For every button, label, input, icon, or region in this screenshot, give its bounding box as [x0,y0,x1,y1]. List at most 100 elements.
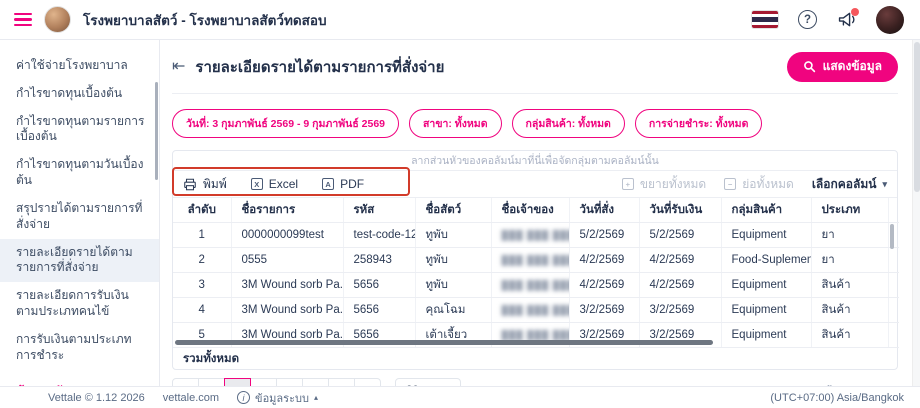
choose-columns-button[interactable]: เลือกคอลัมน์ ▾ [812,175,887,194]
column-header-code[interactable]: รหัส [343,198,416,223]
filter-chip-product-group[interactable]: กลุ่มสินค้า: ทั้งหมด [511,109,625,138]
system-info-label: ข้อมูลระบบ [255,392,309,405]
help-icon[interactable]: ? [798,10,817,29]
hamburger-menu-icon[interactable] [14,12,32,27]
cell-order-no: 4 [173,297,232,323]
pagination-page-2[interactable]: 2 [250,378,277,386]
results-table: ลำดับ ชื่อรายการ รหัส ชื่อสัตว์ ชื่อเจ้า… [173,198,899,348]
cell-order-no: 2 [173,247,232,273]
pagination-bar: « ‹ 1 2 3 4 › » 20 ▾ 1 จาก 4 หน้า (76 รา… [172,378,898,386]
grid-toolbar: พิมพ์ X Excel A PDF + ขยายทั้งหมด − ย่อท… [172,167,897,198]
cell-code: test-code-123 [343,222,416,248]
sidebar-section-inventory: ข้อมูลคลัง [0,370,159,386]
timezone-text: (UTC+07:00) Asia/Bangkok [770,391,904,404]
website-link[interactable]: vettale.com [163,392,219,404]
page-size-select[interactable]: 20 ▾ [395,378,461,386]
cell-item-name: 3M Wound sorb Pa... [231,272,344,298]
group-by-hint[interactable]: ลากส่วนหัวของคอลัมน์มาที่นี่เพื่อจัดกลุ่… [173,151,897,171]
cell-animal-name: ทูพับ [415,272,492,298]
column-header-type[interactable]: ประเภท [811,198,889,223]
pagination-prev-button[interactable]: ‹ [198,378,225,386]
cell-order-date: 4/2/2569 [569,247,640,273]
sidebar-item-income-detail-by-order[interactable]: รายละเอียดรายได้ตามรายการที่สั่งจ่าย [0,238,159,283]
column-header-item-name[interactable]: ชื่อรายการ [231,198,344,223]
cell-code: 5656 [343,272,416,298]
cell-owner-name-redacted: ███ ███ ███ [501,255,569,265]
sidebar-item-income-summary-by-order[interactable]: สรุปรายได้ตามรายการที่สั่งจ่าย [0,195,159,239]
pagination-next-button[interactable]: › [328,378,355,386]
cell-code: 258943 [343,247,416,273]
print-button-label: พิมพ์ [203,176,227,191]
language-flag-thai-icon[interactable] [752,11,778,28]
column-header-spacer [888,198,899,223]
cell-paid-date: 3/2/2569 [639,297,722,323]
cell-order-date: 3/2/2569 [569,297,640,323]
filter-chip-payment[interactable]: การจ่ายชำระ: ทั้งหมด [634,109,763,138]
sidebar-item-receipt-by-payment-type[interactable]: การรับเงินตามประเภทการชำระ [0,326,159,370]
pagination-page-3[interactable]: 3 [276,378,303,386]
info-icon: i [237,391,251,404]
pagination-last-button[interactable]: » [354,378,381,386]
notification-dot [851,8,859,16]
collapse-panel-icon[interactable]: ⇤ [172,58,185,75]
table-row[interactable]: 1 0000000099test test-code-123 ทูพับ ███… [173,222,899,248]
expand-all-button[interactable]: + ขยายทั้งหมด [621,175,707,194]
sidebar-item-gross-profit[interactable]: กำไรขาดทุนเบื้องต้น [0,80,159,108]
column-header-order-date[interactable]: วันที่สั่ง [569,198,640,223]
collapse-all-icon: − [724,178,737,190]
cell-product-group: Equipment [721,222,812,248]
cell-owner-name-redacted: ███ ███ ███ [501,230,569,240]
pagination-first-button[interactable]: « [172,378,199,386]
table-horizontal-scrollbar[interactable] [175,340,713,345]
sidebar-scrollbar-thumb[interactable] [155,82,158,180]
print-button[interactable]: พิมพ์ [183,175,227,194]
sidebar-item-profit-by-item[interactable]: กำไรขาดทุนตามรายการเบื้องต้น [0,108,159,152]
copyright-text: Vettale © 1.12 2026 [48,391,145,404]
cell-type: ยา [811,222,889,248]
cell-product-group: Equipment [721,297,812,323]
filter-chip-date[interactable]: วันที่: 3 กุมภาพันธ์ 2569 - 9 กุมภาพันธ์… [172,109,400,138]
announcements-megaphone-icon[interactable] [837,8,859,28]
column-header-order-no[interactable]: ลำดับ [173,198,232,223]
filter-chips: วันที่: 3 กุมภาพันธ์ 2569 - 9 กุมภาพันธ์… [172,94,898,150]
pagination-summary: 1 จาก 4 หน้า (76 รายการ) [779,382,898,386]
sidebar-item-hospital-expenses[interactable]: ค่าใช้จ่ายโรงพยาบาล [0,52,159,80]
cell-paid-date: 4/2/2569 [639,247,722,273]
page-size-value: 20 [406,385,419,387]
filter-chip-branch[interactable]: สาขา: ทั้งหมด [409,109,502,138]
clinic-avatar[interactable] [44,6,71,33]
collapse-all-label: ย่อทั้งหมด [742,176,794,191]
pagination-page-4[interactable]: 4 [302,378,329,386]
cell-product-group: Food-Suplement [721,247,812,273]
cell-spacer [888,297,899,323]
export-excel-button[interactable]: X Excel [250,177,298,191]
cell-paid-date: 5/2/2569 [639,222,722,248]
cell-spacer [888,272,899,298]
table-vertical-scrollbar[interactable] [890,224,894,249]
printer-icon [184,178,196,190]
column-header-animal-name[interactable]: ชื่อสัตว์ [415,198,492,223]
sidebar-item-profit-by-day[interactable]: กำไรขาดทุนตามวันเบื้องต้น [0,151,159,195]
excel-file-icon: X [250,178,263,190]
table-row[interactable]: 4 3M Wound sorb Pa... 5656 คุณโฉม ███ ██… [173,297,899,323]
user-avatar[interactable] [876,5,904,34]
table-row[interactable]: 2 0555 258943 ทูพับ ███ ███ ███ 4/2/2569… [173,247,899,273]
cell-owner-name-redacted: ███ ███ ███ [501,330,569,340]
expand-all-icon: + [621,178,634,190]
show-data-button[interactable]: แสดงข้อมูล [786,51,898,82]
column-header-owner-name[interactable]: ชื่อเจ้าของ [491,198,570,223]
cell-type: สินค้า [811,297,889,323]
column-header-paid-date[interactable]: วันที่รับเงิน [639,198,722,223]
export-pdf-button[interactable]: A PDF [322,177,364,191]
cell-animal-name: ทูพับ [415,222,492,248]
expand-all-label: ขยายทั้งหมด [639,176,707,191]
cell-item-name: 0555 [231,247,344,273]
table-row[interactable]: 3 3M Wound sorb Pa... 5656 ทูพับ ███ ███… [173,272,899,298]
system-info-button[interactable]: i ข้อมูลระบบ ▴ [237,389,318,407]
sidebar-item-receipt-by-patient-type[interactable]: รายละเอียดการรับเงินตามประเภทคนไข้ [0,282,159,326]
page-scrollbar-thumb[interactable] [914,42,920,192]
cell-type: สินค้า [811,272,889,298]
column-header-product-group[interactable]: กลุ่มสินค้า [721,198,812,223]
pagination-page-1[interactable]: 1 [224,378,251,386]
collapse-all-button[interactable]: − ย่อทั้งหมด [724,175,794,194]
